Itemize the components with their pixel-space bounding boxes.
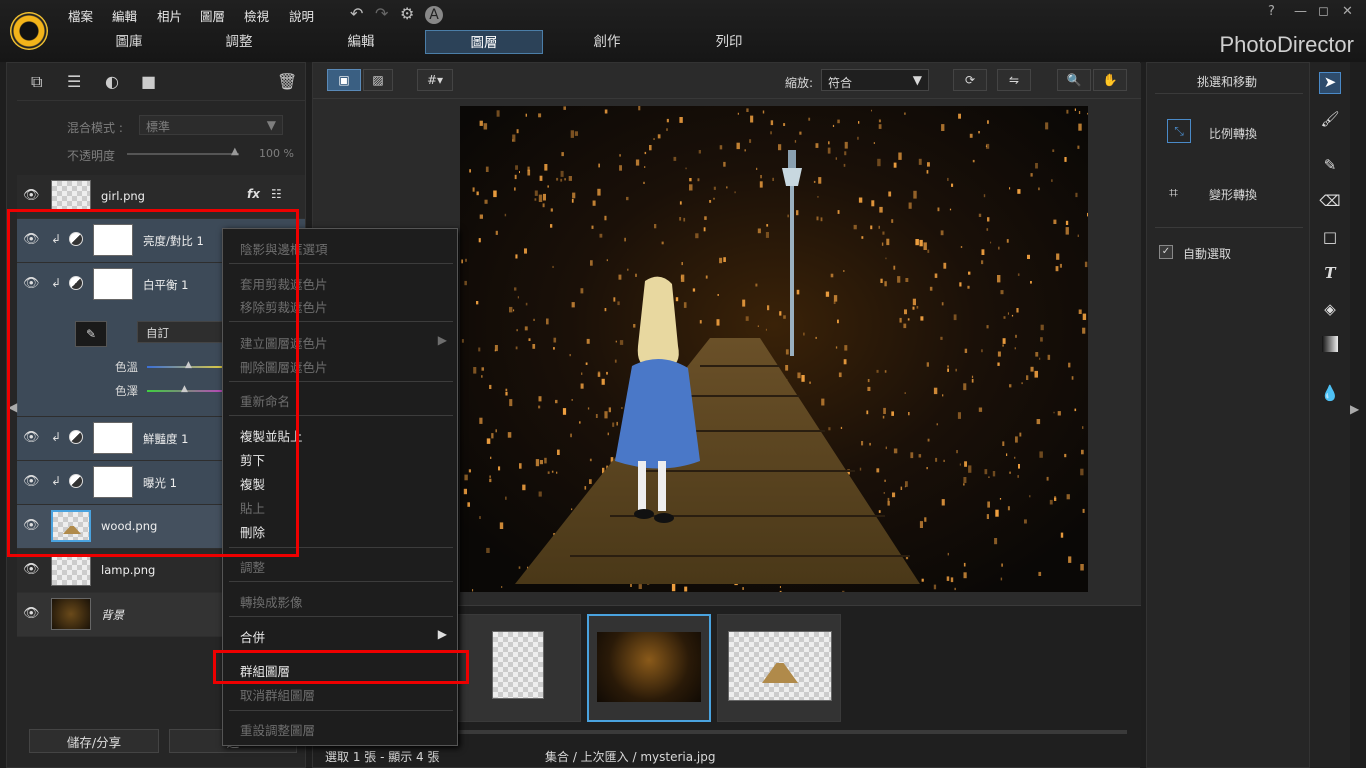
opacity-value: 100 %	[259, 147, 294, 160]
trash-icon[interactable]: 🗑	[277, 72, 297, 91]
menu-item-ungroup-layers[interactable]: 取消群組圖層	[240, 685, 315, 704]
save-share-button[interactable]: 儲存/分享	[29, 729, 159, 753]
tab-edit[interactable]: 編輯	[302, 30, 420, 54]
canvas-photo[interactable]	[460, 106, 1088, 592]
select-move-icon[interactable]: ➤	[1319, 72, 1341, 94]
properties-panel: 挑選和移動 ⤡ 比例轉換 ⌗ 變形轉換 ✓ 自動選取	[1146, 62, 1310, 768]
compare-view-icon[interactable]: ▨	[363, 69, 393, 91]
help-button[interactable]: ?	[1268, 4, 1275, 19]
film-thumb-lamp[interactable]	[457, 614, 581, 722]
tab-print[interactable]: 列印	[670, 30, 788, 54]
auto-select-checkbox[interactable]: ✓	[1159, 245, 1173, 259]
brush-icon[interactable]: 🖌	[1319, 110, 1341, 132]
scale-transform-label[interactable]: 比例轉換	[1209, 125, 1257, 142]
film-thumb-wood[interactable]	[717, 614, 841, 722]
title-bar: 檔案 編輯 相片 圖層 檢視 說明 ↶ ↷ ⚙ A ? — ◻ ✕ 圖庫 調整 …	[0, 0, 1366, 62]
panel-title: 挑選和移動	[1197, 75, 1258, 89]
layer-name: 背景	[101, 608, 124, 622]
redo-icon[interactable]: ↷	[375, 4, 388, 23]
text-icon[interactable]: T	[1319, 264, 1341, 286]
status-selection: 選取 1 張 - 顯示 4 張	[325, 750, 440, 764]
canvas-toolbar: ▣ ▨ #▾ 縮放: 符合 ▼ ⟳ ⇋ 🔍 ✋	[313, 63, 1141, 99]
maximize-button[interactable]: ◻	[1318, 4, 1329, 19]
scale-transform-icon[interactable]: ⤡	[1167, 119, 1191, 143]
tab-layers[interactable]: 圖層	[425, 30, 543, 54]
menu-view[interactable]: 檢視	[244, 6, 269, 25]
pencil-icon[interactable]: ✎	[1319, 156, 1341, 178]
eye-icon[interactable]: 👁	[23, 562, 40, 577]
eraser-icon[interactable]: ⌫	[1319, 192, 1341, 214]
layers-toolbar: ⧉ ☰ ◐ ■ 🗑	[17, 63, 305, 101]
rect-icon[interactable]: □	[1319, 228, 1341, 250]
free-transform-icon[interactable]: ⌗	[1169, 183, 1178, 203]
brand-name: PhotoDirector	[1219, 32, 1354, 57]
fx-icon[interactable]: fx	[247, 187, 260, 201]
flip-icon[interactable]: ⇋	[997, 69, 1031, 91]
blend-label: 混合模式 :	[67, 121, 123, 135]
app-logo	[10, 12, 48, 50]
blend-value: 標準	[146, 120, 171, 134]
single-view-icon[interactable]: ▣	[327, 69, 361, 91]
grid-icon[interactable]: #▾	[417, 69, 453, 91]
menu-item-convert-to-image[interactable]: 轉換成影像	[240, 592, 303, 611]
undo-icon[interactable]: ↶	[350, 4, 363, 23]
menu-edit[interactable]: 編輯	[112, 6, 137, 25]
menu-item-adjust[interactable]: 調整	[240, 557, 265, 576]
opacity-handle[interactable]: ▲	[231, 146, 239, 157]
zoom-value: 符合	[828, 76, 853, 90]
status-bar: 選取 1 張 - 顯示 4 張 集合 / 上次匯入 / mysteria.jpg	[313, 743, 1141, 767]
expand-arrow-icon[interactable]: ▶	[1350, 402, 1359, 416]
submenu-arrow-icon: ▶	[437, 627, 447, 641]
layer-menu-icon[interactable]: ☰	[67, 72, 81, 91]
layer-thumbnail	[51, 554, 91, 586]
opacity-slider[interactable]	[127, 153, 239, 155]
mask-icon[interactable]: ■	[141, 72, 156, 91]
zoom-select[interactable]: 符合 ▼	[821, 69, 929, 91]
close-button[interactable]: ✕	[1342, 4, 1353, 19]
zoom-icon[interactable]: 🔍	[1057, 69, 1091, 91]
minimize-button[interactable]: —	[1294, 4, 1307, 19]
submenu-arrow-icon: ▶	[437, 333, 447, 347]
tools-bar: ➤ 🖌 ✎ ⌫ □ T ◈ 💧 ▶	[1310, 62, 1359, 768]
eye-icon[interactable]: 👁	[23, 606, 40, 621]
hand-icon[interactable]: ✋	[1093, 69, 1127, 91]
chevron-down-icon: ▼	[912, 73, 922, 87]
alert-icon[interactable]: A	[425, 6, 443, 24]
settings-icon[interactable]: ☷	[271, 187, 282, 201]
adjust-layer-icon[interactable]: ◐	[105, 72, 119, 91]
layer-name: lamp.png	[101, 563, 156, 577]
new-layer-icon[interactable]: ⧉	[31, 72, 42, 92]
layer-thumbnail	[51, 598, 91, 630]
tab-adjust[interactable]: 調整	[180, 30, 298, 54]
opacity-label: 不透明度	[67, 149, 116, 163]
eye-icon[interactable]: 👁	[23, 188, 40, 203]
menu-file[interactable]: 檔案	[68, 6, 93, 25]
blend-section: 混合模式 : 標準 ▼ 不透明度 ▲ 100 %	[17, 107, 305, 167]
menu-item-reset-adjust-layer[interactable]: 重設調整圖層	[240, 720, 315, 739]
highlight-box-layers	[7, 209, 299, 557]
rotate-icon[interactable]: ⟳	[953, 69, 987, 91]
zoom-label: 縮放:	[785, 76, 814, 90]
tab-create[interactable]: 創作	[548, 30, 666, 54]
auto-select-label: 自動選取	[1183, 247, 1232, 261]
fill-icon[interactable]: ◈	[1319, 300, 1341, 322]
menu-help[interactable]: 說明	[289, 6, 314, 25]
filmstrip-scrollbar[interactable]	[433, 730, 1127, 734]
free-transform-label[interactable]: 變形轉換	[1209, 186, 1257, 203]
tab-library[interactable]: 圖庫	[70, 30, 188, 54]
highlight-box-group	[213, 650, 469, 684]
menu-layer[interactable]: 圖層	[200, 6, 225, 25]
app-window: 檔案 編輯 相片 圖層 檢視 說明 ↶ ↷ ⚙ A ? — ◻ ✕ 圖庫 調整 …	[0, 0, 1366, 768]
status-path: 集合 / 上次匯入 / mysteria.jpg	[545, 750, 716, 764]
drop-icon[interactable]: 💧	[1319, 384, 1341, 406]
gear-icon[interactable]: ⚙	[400, 4, 414, 23]
chevron-down-icon: ▼	[266, 118, 276, 132]
menu-item-merge[interactable]: 合併	[240, 627, 265, 646]
menu-photo[interactable]: 相片	[157, 6, 182, 25]
layer-thumbnail	[51, 180, 91, 212]
blend-select[interactable]: 標準 ▼	[139, 115, 283, 135]
layer-name: girl.png	[101, 189, 145, 203]
gradient-icon[interactable]	[1322, 336, 1338, 352]
film-thumb-background[interactable]	[587, 614, 711, 722]
